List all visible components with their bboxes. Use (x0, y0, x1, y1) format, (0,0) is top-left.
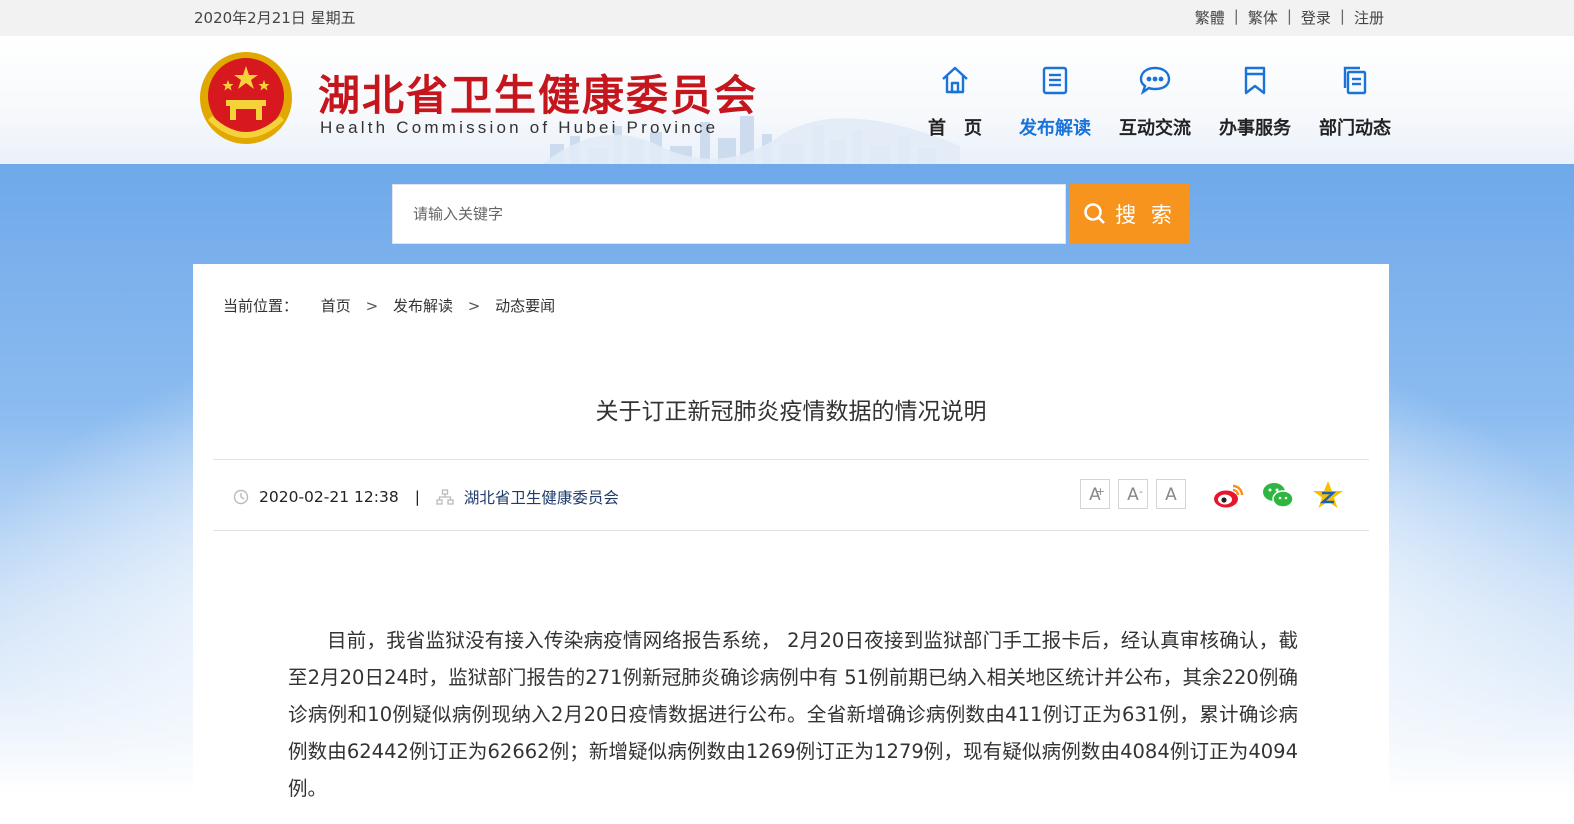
qzone-icon[interactable] (1311, 478, 1345, 512)
search-box (392, 184, 1066, 244)
site-header: 湖北省卫生健康委员会 Health Commission of Hubei Pr… (0, 36, 1574, 164)
publish-datetime: 2020-02-21 12:38 (259, 488, 399, 506)
nav-label: 互动交流 (1119, 118, 1191, 139)
content-panel: 当前位置： 首页 > 发布解读 > 动态要闻 关于订正新冠肺炎疫情数据的情况说明… (193, 264, 1389, 824)
nav-label: 办事服务 (1219, 118, 1291, 139)
site-subtitle: Health Commission of Hubei Province (320, 118, 719, 137)
font-decrease-button[interactable]: A- (1118, 479, 1148, 509)
login-link[interactable]: 登录 (1301, 7, 1331, 28)
nav-item-home[interactable]: 首 页 (905, 62, 1005, 140)
divider (213, 530, 1369, 531)
font-size-controls: A + A- A (1080, 479, 1186, 509)
breadcrumb-home[interactable]: 首页 (321, 297, 351, 315)
search-icon (1084, 203, 1106, 224)
traditional-chinese-link[interactable]: 繁體 (1195, 7, 1225, 28)
article-body: 目前，我省监狱没有接入传染病疫情网络报告系统， 2月20日夜接到监狱部门手工报卡… (288, 629, 1298, 800)
top-links: 繁體 | 繁体 | 登录 | 注册 (1195, 7, 1384, 28)
breadcrumb-publish[interactable]: 发布解读 (393, 297, 453, 315)
meta-separator: | (414, 488, 420, 506)
copy-icon (1305, 62, 1405, 98)
font-button-label: A (1127, 485, 1139, 505)
breadcrumb-separator: > (365, 297, 379, 315)
weibo-icon[interactable] (1211, 478, 1245, 512)
traditional-chinese-link-2[interactable]: 繁体 (1248, 7, 1278, 28)
search-button-label: 搜 索 (1115, 203, 1176, 227)
separator: | (1233, 7, 1239, 25)
separator: | (1286, 7, 1292, 25)
separator: | (1339, 7, 1345, 25)
article-meta: 2020-02-21 12:38 | 湖北省卫生健康委员会 (233, 486, 619, 508)
article-title: 关于订正新冠肺炎疫情数据的情况说明 (595, 399, 987, 425)
register-link[interactable]: 注册 (1354, 7, 1384, 28)
site-title: 湖北省卫生健康委员会 (318, 71, 759, 120)
nav-item-department[interactable]: 部门动态 (1305, 62, 1405, 140)
nav-item-interaction[interactable]: 互动交流 (1105, 62, 1205, 140)
main-nav: 首 页 发布解读 互动交流 办事服务 部门动态 (905, 62, 1405, 140)
search-input[interactable] (393, 185, 1065, 243)
home-icon (905, 62, 1005, 98)
document-icon (1005, 62, 1105, 98)
national-emblem-logo (200, 52, 292, 144)
nav-item-publish[interactable]: 发布解读 (1005, 62, 1105, 140)
organization-icon (436, 489, 454, 505)
breadcrumb-news[interactable]: 动态要闻 (495, 297, 555, 315)
font-button-label: A (1165, 485, 1177, 505)
nav-item-services[interactable]: 办事服务 (1205, 62, 1305, 140)
article-source: 湖北省卫生健康委员会 (463, 489, 619, 507)
breadcrumb-separator: > (467, 297, 481, 315)
nav-label: 首 页 (928, 118, 982, 139)
search-button[interactable]: 搜 索 (1070, 184, 1189, 244)
share-bar (1211, 478, 1345, 512)
breadcrumb: 当前位置： 首页 > 发布解读 > 动态要闻 (223, 295, 555, 316)
top-bar: 2020年2月21日 星期五 繁體 | 繁体 | 登录 | 注册 (0, 0, 1574, 36)
divider (213, 459, 1369, 460)
bookmark-icon (1205, 62, 1305, 98)
font-increase-button[interactable]: A + (1080, 479, 1110, 509)
clock-icon (233, 489, 249, 505)
breadcrumb-prefix: 当前位置： (223, 297, 299, 315)
nav-label: 发布解读 (1019, 118, 1091, 139)
font-reset-button[interactable]: A (1156, 479, 1186, 509)
wechat-icon[interactable] (1261, 478, 1295, 512)
nav-label: 部门动态 (1319, 118, 1391, 139)
current-date: 2020年2月21日 星期五 (194, 9, 356, 27)
chat-icon (1105, 62, 1205, 98)
